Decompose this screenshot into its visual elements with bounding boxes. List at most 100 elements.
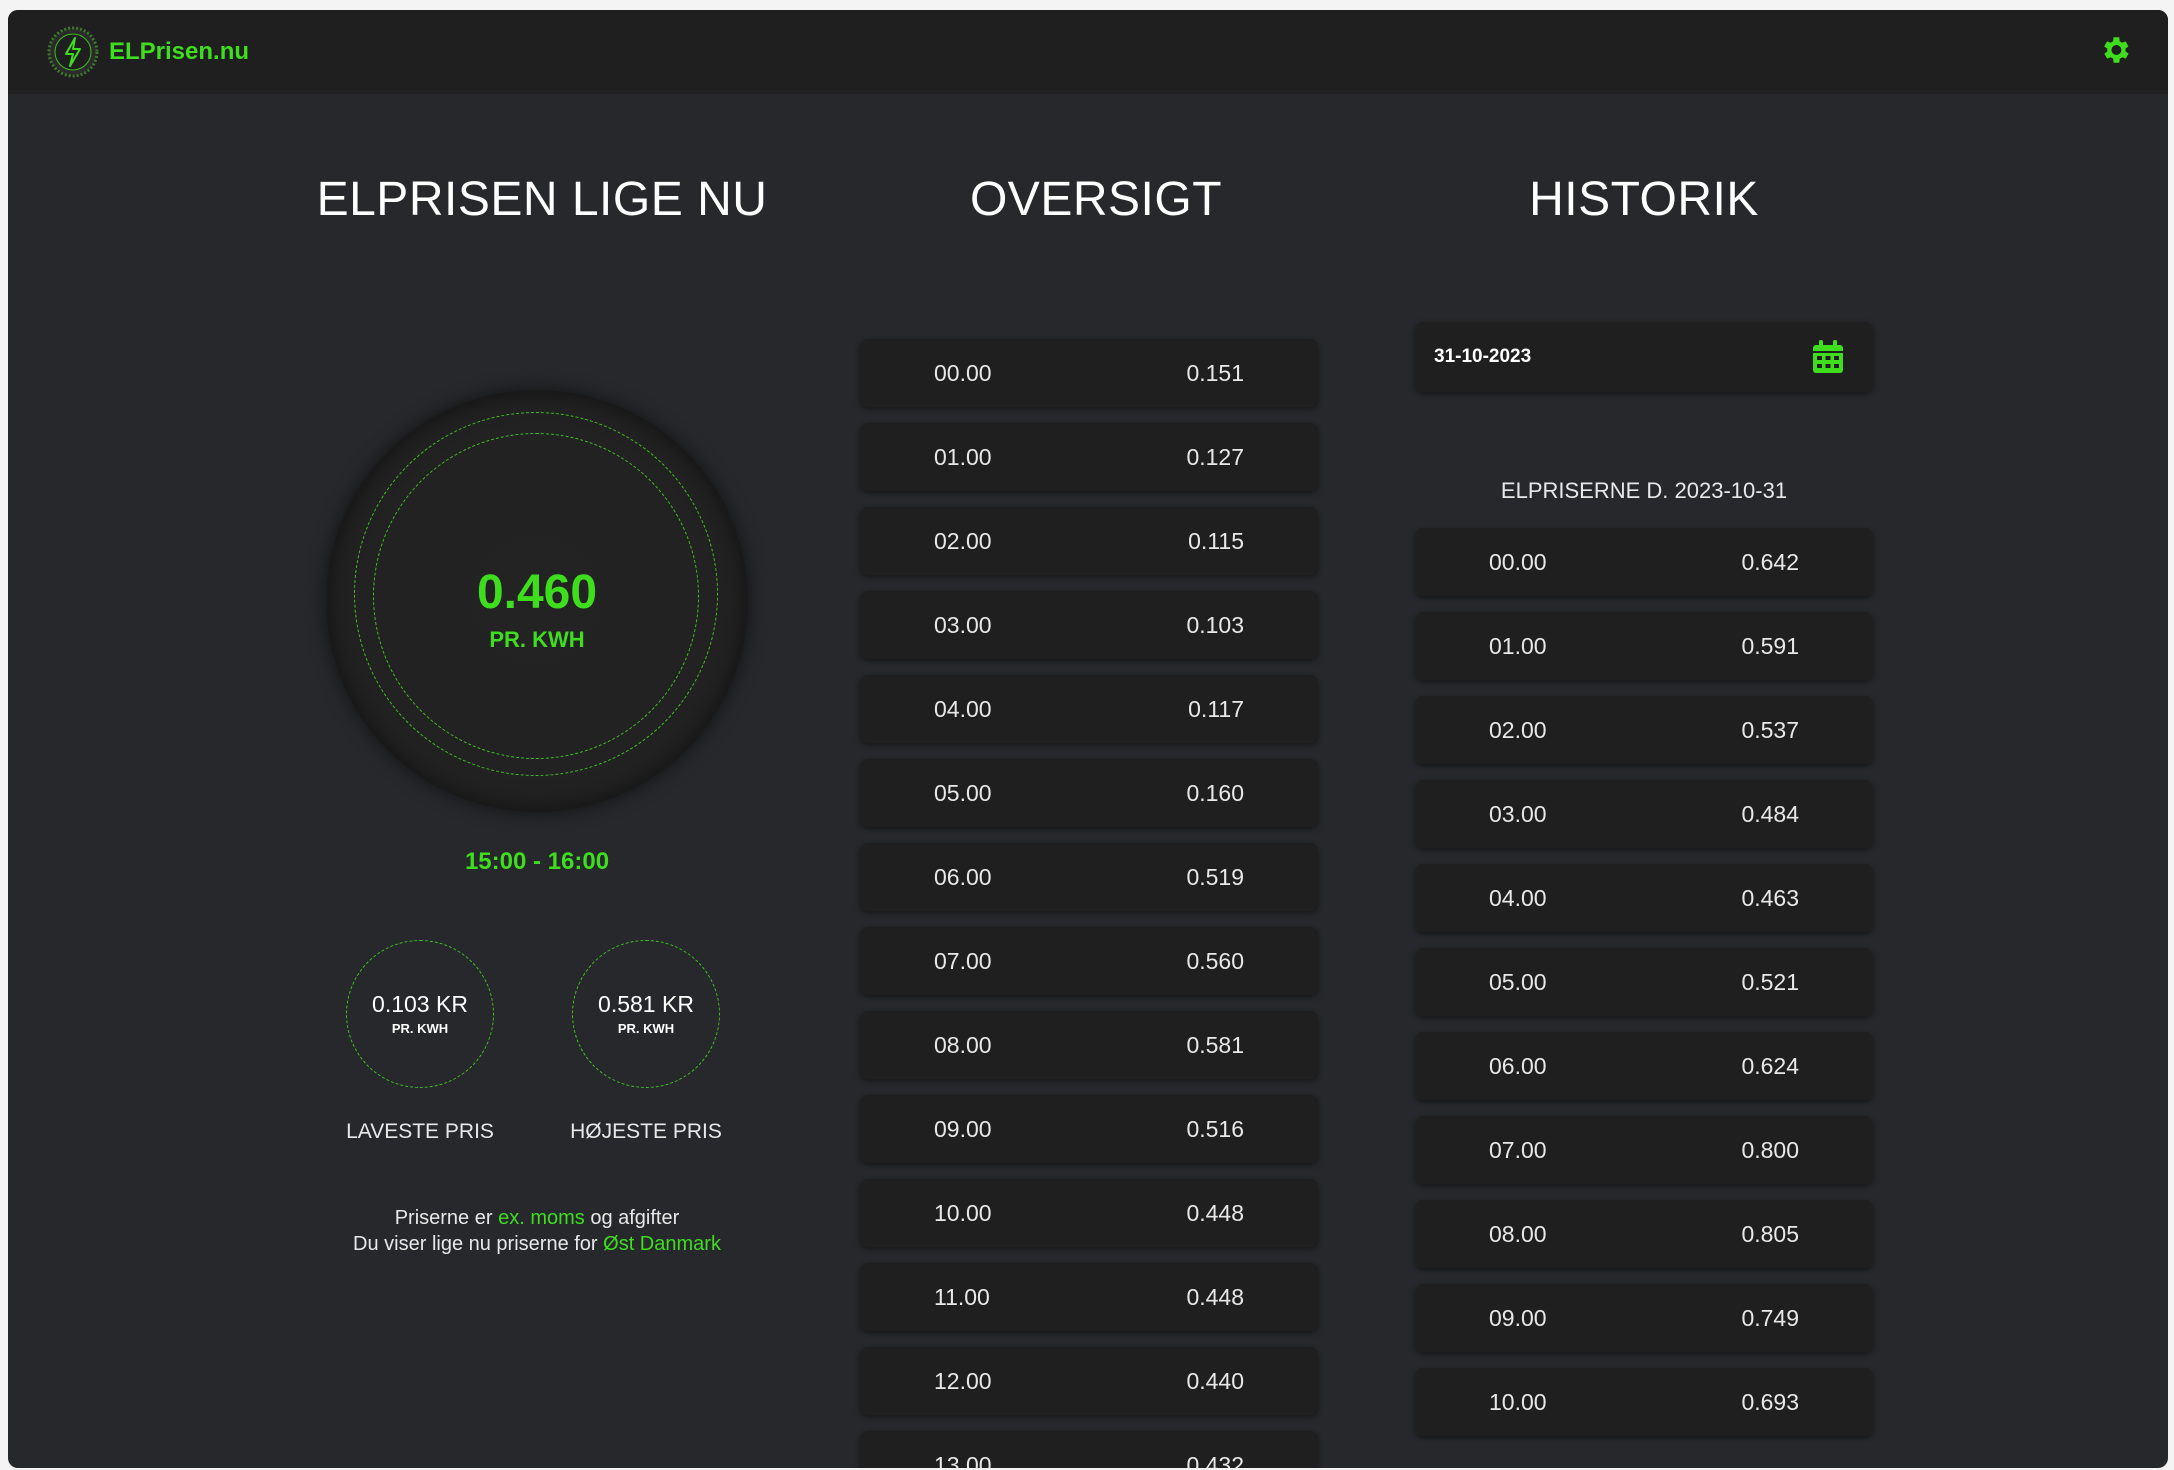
row-price: 0.484: [1741, 801, 1799, 827]
price-row[interactable]: 05.00 0.521: [1415, 948, 1873, 1016]
row-hour: 04.00: [934, 696, 992, 722]
price-row[interactable]: 04.00 0.117: [860, 675, 1318, 743]
ex-moms-link[interactable]: ex. moms: [498, 1207, 585, 1229]
price-row[interactable]: 02.00 0.115: [860, 507, 1318, 575]
row-price: 0.117: [1188, 696, 1244, 722]
current-price-dial: 0.460 PR. KWH: [326, 390, 748, 812]
row-hour: 03.00: [934, 612, 992, 638]
price-row[interactable]: 13.00 0.432: [860, 1431, 1318, 1468]
row-hour: 01.00: [934, 444, 992, 470]
row-hour: 09.00: [1489, 1305, 1547, 1331]
lightning-bolt-icon[interactable]: [46, 25, 100, 79]
gear-icon[interactable]: [2098, 33, 2132, 67]
price-row[interactable]: 07.00 0.560: [860, 927, 1318, 995]
row-price: 0.127: [1186, 444, 1244, 470]
price-row[interactable]: 01.00 0.591: [1415, 612, 1873, 680]
price-row[interactable]: 04.00 0.463: [1415, 864, 1873, 932]
row-price: 0.537: [1741, 717, 1799, 743]
current-time-range: 15:00 - 16:00: [464, 848, 610, 875]
date-input-value[interactable]: 31-10-2023: [1434, 346, 1531, 368]
price-row[interactable]: 07.00 0.800: [1415, 1116, 1873, 1184]
brand-name[interactable]: ELPrisen.nu: [109, 38, 249, 66]
row-hour: 10.00: [1489, 1389, 1547, 1415]
current-price-unit: PR. KWH: [489, 627, 585, 652]
row-price: 0.581: [1186, 1032, 1244, 1058]
row-hour: 08.00: [1489, 1221, 1547, 1247]
row-price: 0.624: [1741, 1053, 1799, 1079]
price-row[interactable]: 06.00 0.624: [1415, 1032, 1873, 1100]
row-hour: 04.00: [1489, 885, 1547, 911]
row-hour: 10.00: [934, 1200, 992, 1226]
lowest-price-dial: 0.103 KR PR. KWH: [346, 940, 494, 1088]
calendar-icon[interactable]: [1812, 340, 1844, 374]
price-row[interactable]: 12.00 0.440: [860, 1347, 1318, 1415]
price-row[interactable]: 06.00 0.519: [860, 843, 1318, 911]
row-hour: 05.00: [1489, 969, 1547, 995]
row-hour: 02.00: [934, 528, 992, 554]
row-price: 0.103: [1186, 612, 1244, 638]
overview-title: OVERSIGT: [969, 173, 1223, 226]
price-row[interactable]: 08.00 0.805: [1415, 1200, 1873, 1268]
row-price: 0.448: [1186, 1284, 1244, 1310]
row-price: 0.151: [1186, 360, 1244, 386]
price-row[interactable]: 10.00 0.693: [1415, 1368, 1873, 1436]
highest-price-value: 0.581 KR: [598, 991, 694, 1017]
price-row[interactable]: 11.00 0.448: [860, 1263, 1318, 1331]
price-row[interactable]: 03.00 0.484: [1415, 780, 1873, 848]
price-row[interactable]: 02.00 0.537: [1415, 696, 1873, 764]
row-hour: 05.00: [934, 780, 992, 806]
current-price: 0.460: [476, 566, 598, 619]
row-price: 0.516: [1186, 1116, 1244, 1142]
price-row[interactable]: 09.00 0.749: [1415, 1284, 1873, 1352]
price-notes: Priserne er ex. moms og afgifter Du vise…: [326, 1205, 748, 1257]
row-price: 0.521: [1741, 969, 1799, 995]
row-hour: 03.00: [1489, 801, 1547, 827]
row-hour: 00.00: [934, 360, 992, 386]
price-row[interactable]: 01.00 0.127: [860, 423, 1318, 491]
row-price: 0.560: [1186, 948, 1244, 974]
row-price: 0.805: [1741, 1221, 1799, 1247]
price-row[interactable]: 03.00 0.103: [860, 591, 1318, 659]
now-title: ELPRISEN LIGE NU: [316, 173, 768, 226]
price-row[interactable]: 05.00 0.160: [860, 759, 1318, 827]
row-hour: 13.00: [934, 1452, 992, 1468]
row-price: 0.115: [1188, 528, 1244, 554]
row-hour: 07.00: [934, 948, 992, 974]
lowest-price-label: LAVESTE PRIS: [346, 1120, 494, 1143]
row-hour: 12.00: [934, 1368, 992, 1394]
history-title: HISTORIK: [1529, 173, 1759, 226]
row-price: 0.448: [1186, 1200, 1244, 1226]
row-hour: 06.00: [1489, 1053, 1547, 1079]
row-price: 0.160: [1186, 780, 1244, 806]
price-row[interactable]: 10.00 0.448: [860, 1179, 1318, 1247]
row-hour: 11.00: [934, 1284, 990, 1310]
price-row[interactable]: 00.00 0.642: [1415, 528, 1873, 596]
row-price: 0.463: [1741, 885, 1799, 911]
row-price: 0.591: [1741, 633, 1799, 659]
row-hour: 01.00: [1489, 633, 1547, 659]
vat-note: Priserne er ex. moms og afgifter: [394, 1207, 680, 1229]
lowest-price-unit: PR. KWH: [391, 1021, 449, 1036]
row-price: 0.440: [1186, 1368, 1244, 1394]
price-row[interactable]: 09.00 0.516: [860, 1095, 1318, 1163]
price-row[interactable]: 08.00 0.581: [860, 1011, 1318, 1079]
row-hour: 02.00: [1489, 717, 1547, 743]
highest-price-dial: 0.581 KR PR. KWH: [572, 940, 720, 1088]
row-hour: 06.00: [934, 864, 992, 890]
app-window: ELPrisen.nu ELPRISEN LIGE NU OVERSIGT HI…: [8, 10, 2168, 1468]
row-hour: 08.00: [934, 1032, 992, 1058]
row-hour: 00.00: [1489, 549, 1547, 575]
price-row[interactable]: 00.00 0.151: [860, 339, 1318, 407]
region-link[interactable]: Øst Danmark: [603, 1233, 721, 1255]
row-price: 0.749: [1741, 1305, 1799, 1331]
date-picker[interactable]: 31-10-2023: [1415, 322, 1873, 392]
row-hour: 09.00: [934, 1116, 992, 1142]
lowest-price-value: 0.103 KR: [372, 991, 468, 1017]
row-price: 0.800: [1741, 1137, 1799, 1163]
highest-price-label: HØJESTE PRIS: [570, 1120, 722, 1143]
row-price: 0.642: [1741, 549, 1799, 575]
region-note: Du viser lige nu priserne for Øst Danmar…: [353, 1233, 721, 1255]
row-price: 0.519: [1186, 864, 1244, 890]
row-hour: 07.00: [1489, 1137, 1547, 1163]
top-bar: ELPrisen.nu: [8, 10, 2168, 94]
